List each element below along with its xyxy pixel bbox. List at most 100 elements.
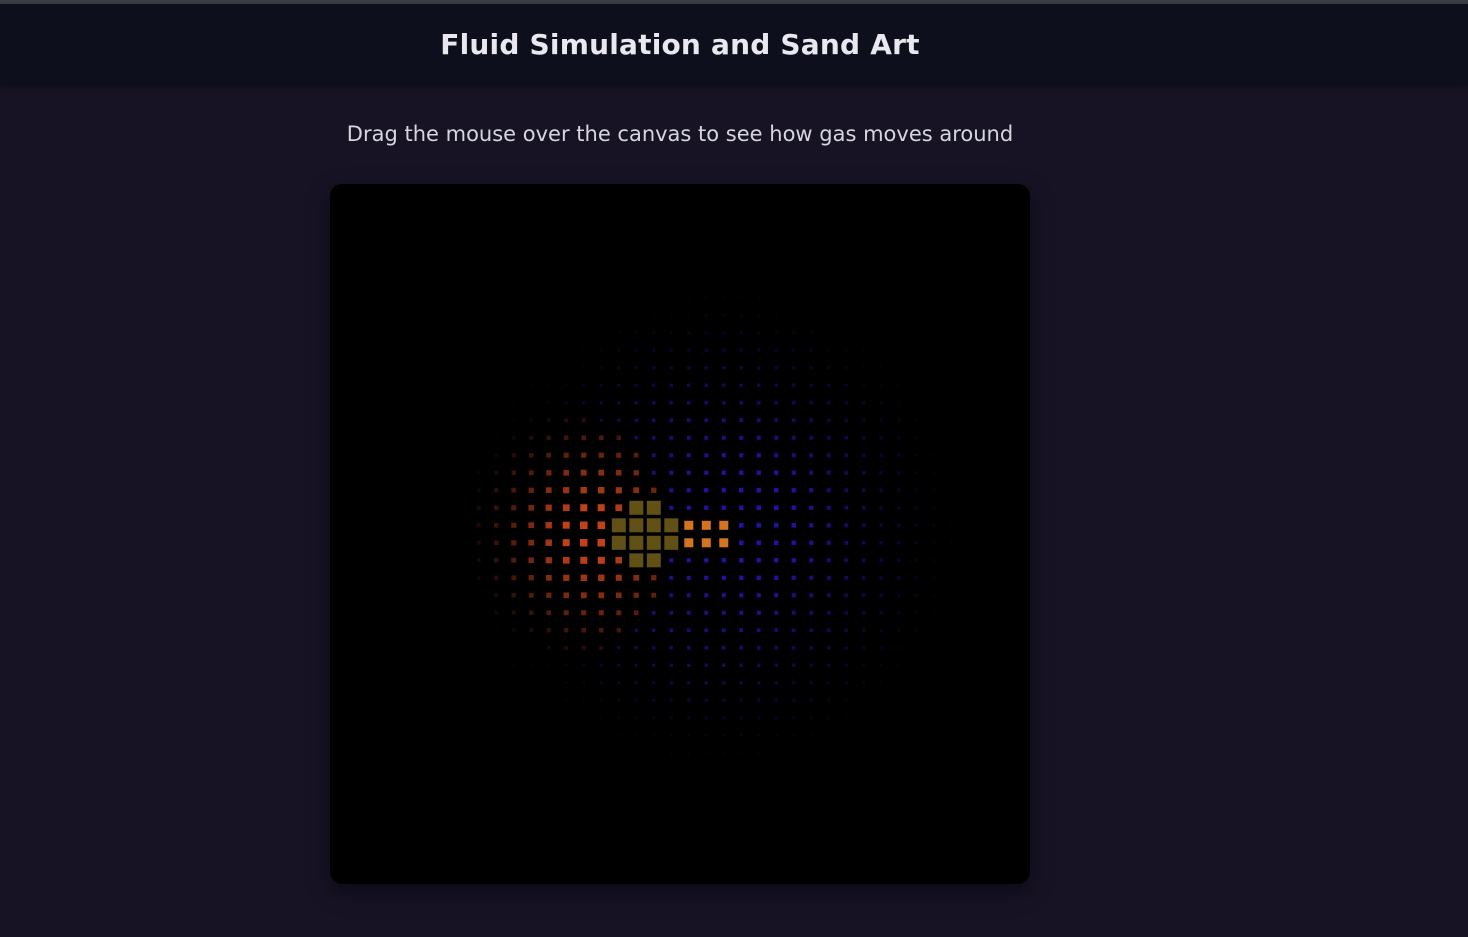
fluid-cell bbox=[721, 470, 726, 475]
fluid-cell bbox=[686, 593, 691, 598]
fluid-cell bbox=[686, 418, 691, 423]
fluid-cell bbox=[687, 313, 691, 317]
fluid-cell bbox=[756, 645, 761, 650]
fluid-cell bbox=[629, 535, 644, 550]
fluid-cell bbox=[739, 488, 744, 493]
fluid-cell bbox=[897, 488, 901, 492]
fluid-cell bbox=[721, 593, 726, 598]
fluid-cell bbox=[879, 505, 884, 510]
fluid-cell bbox=[529, 453, 534, 458]
fluid-cell bbox=[792, 716, 796, 720]
fluid-cell bbox=[862, 698, 866, 702]
fluid-cell bbox=[617, 314, 621, 317]
fluid-cell bbox=[879, 523, 884, 528]
fluid-cell bbox=[652, 681, 656, 685]
fluid-cell bbox=[914, 593, 918, 597]
fluid-cell bbox=[739, 383, 743, 387]
fluid-cell bbox=[582, 383, 586, 387]
fluid-cell bbox=[932, 628, 936, 632]
fluid-cell bbox=[530, 401, 533, 404]
fluid-cell bbox=[635, 751, 638, 754]
fluid-cell bbox=[634, 418, 638, 422]
fluid-cell bbox=[530, 646, 533, 649]
fluid-cell bbox=[669, 366, 673, 370]
fluid-cell bbox=[633, 470, 639, 476]
fluid-canvas[interactable] bbox=[330, 184, 1030, 884]
fluid-cell bbox=[686, 470, 691, 475]
fluid-cell bbox=[721, 628, 726, 633]
fluid-cell bbox=[774, 418, 779, 423]
fluid-cell bbox=[615, 487, 622, 494]
fluid-cell bbox=[721, 418, 726, 423]
fluid-cell bbox=[580, 592, 587, 599]
fluid-cell bbox=[564, 401, 568, 405]
fluid-cell bbox=[669, 575, 674, 580]
fluid-cell bbox=[646, 518, 661, 533]
fluid-cell bbox=[704, 575, 709, 580]
fluid-cell bbox=[914, 506, 918, 510]
fluid-cell bbox=[844, 453, 849, 458]
fluid-cell bbox=[547, 401, 550, 404]
fluid-cell bbox=[687, 716, 691, 720]
fluid-cell bbox=[684, 538, 694, 548]
fluid-cell bbox=[879, 453, 883, 457]
fluid-cell bbox=[687, 663, 691, 667]
fluid-cell bbox=[721, 558, 726, 563]
fluid-cell bbox=[897, 593, 901, 597]
fluid-cell bbox=[897, 646, 901, 650]
fluid-cell bbox=[528, 575, 534, 581]
fluid-cell bbox=[600, 331, 603, 335]
fluid-cell bbox=[826, 435, 831, 440]
fluid-cell bbox=[862, 663, 866, 667]
fluid-cell bbox=[512, 384, 515, 387]
fluid-cell bbox=[704, 681, 708, 685]
fluid-cell bbox=[651, 487, 657, 493]
fluid-cell bbox=[792, 313, 796, 317]
fluid-cell bbox=[932, 488, 936, 492]
fluid-cell bbox=[599, 645, 604, 650]
fluid-cell bbox=[774, 470, 779, 475]
fluid-cell bbox=[460, 541, 463, 544]
fluid-cell bbox=[722, 366, 726, 370]
fluid-cell bbox=[756, 558, 761, 563]
fluid-cell bbox=[563, 592, 570, 599]
fluid-cell bbox=[529, 418, 533, 422]
fluid-cell bbox=[774, 698, 778, 702]
fluid-cell bbox=[792, 681, 796, 685]
fluid-cell bbox=[511, 487, 517, 493]
fluid-cell bbox=[914, 523, 918, 527]
fluid-cell bbox=[528, 504, 535, 511]
fluid-cell bbox=[615, 469, 622, 476]
fluid-cell bbox=[809, 470, 814, 475]
fluid-cell bbox=[932, 558, 936, 562]
fluid-cell bbox=[704, 558, 709, 563]
fluid-cell bbox=[669, 348, 673, 352]
fluid-cell bbox=[844, 628, 849, 633]
fluid-grid[interactable] bbox=[330, 184, 1030, 884]
fluid-cell bbox=[646, 535, 661, 550]
fluid-cell bbox=[652, 366, 656, 370]
fluid-cell bbox=[547, 664, 551, 667]
fluid-cell bbox=[652, 751, 656, 755]
fluid-cell bbox=[844, 540, 849, 545]
fluid-cell bbox=[615, 556, 622, 564]
fluid-cell bbox=[546, 610, 552, 616]
fluid-cell bbox=[477, 611, 480, 614]
fluid-cell bbox=[582, 699, 586, 702]
fluid-cell bbox=[669, 558, 674, 563]
fluid-cell bbox=[634, 716, 638, 720]
fluid-cell bbox=[687, 751, 691, 755]
fluid-cell bbox=[897, 681, 901, 685]
fluid-cell bbox=[634, 628, 638, 632]
fluid-cell bbox=[546, 470, 552, 476]
fluid-cell bbox=[634, 331, 638, 335]
fluid-cell bbox=[844, 733, 848, 737]
fluid-cell bbox=[932, 523, 936, 527]
fluid-cell bbox=[634, 313, 638, 317]
fluid-cell bbox=[897, 471, 901, 475]
fluid-cell bbox=[530, 681, 533, 684]
fluid-cell bbox=[722, 663, 726, 667]
fluid-cell bbox=[687, 698, 691, 702]
fluid-cell bbox=[844, 435, 849, 440]
fluid-cell bbox=[687, 331, 691, 335]
